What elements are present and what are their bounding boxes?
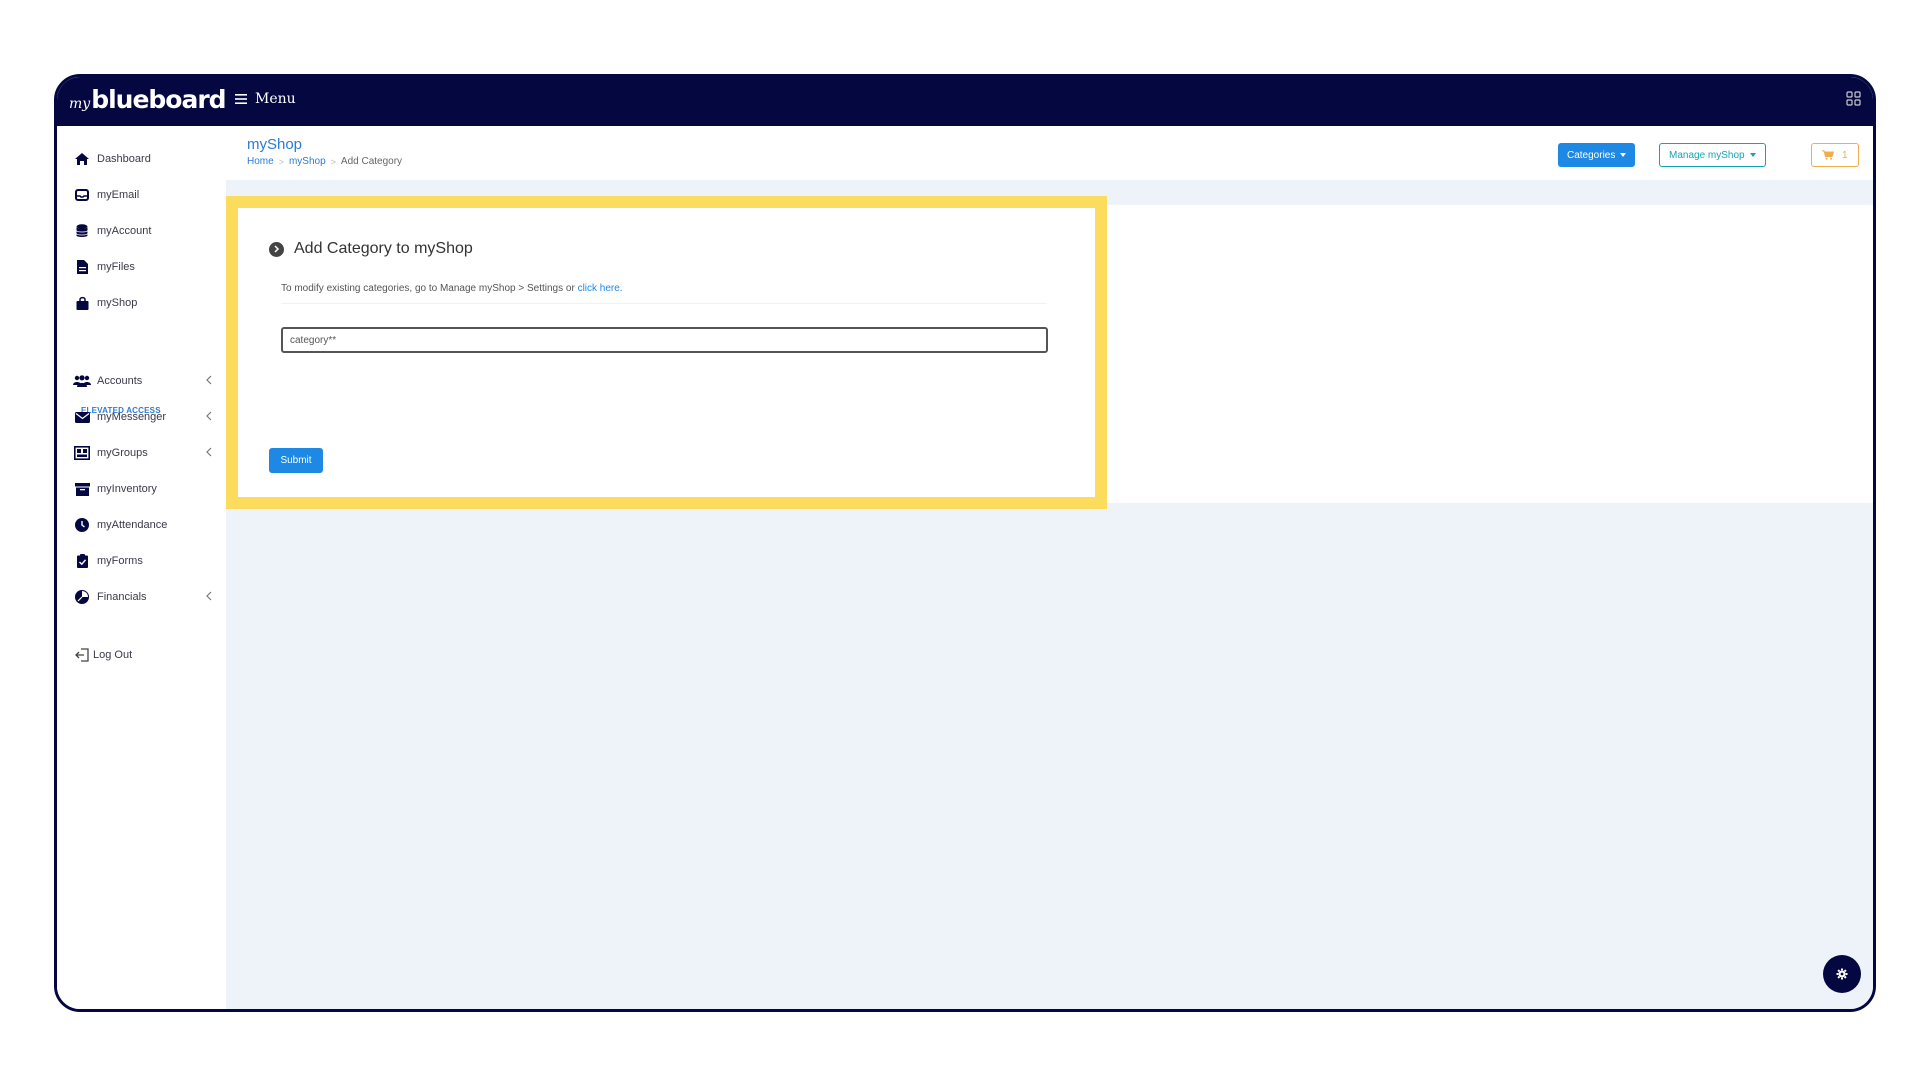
sidebar-item-myinventory[interactable]: myInventory — [73, 478, 213, 500]
apps-grid-icon[interactable] — [1846, 91, 1861, 106]
app-window: my blueboard Menu Dashboard myEmail myAc… — [54, 74, 1876, 1012]
chevron-left-icon — [206, 447, 212, 457]
sidebar-item-label: myAttendance — [97, 519, 168, 531]
card-title-text: Add Category to myShop — [294, 240, 473, 257]
menu-button[interactable]: Menu — [235, 91, 296, 107]
sidebar-item-label: myFiles — [97, 261, 135, 273]
categories-label: Categories — [1567, 149, 1616, 161]
card-description-text: To modify existing categories, go to Man… — [281, 283, 578, 294]
settings-fab-button[interactable] — [1823, 955, 1861, 993]
card-description: To modify existing categories, go to Man… — [281, 283, 623, 294]
hamburger-icon — [235, 94, 247, 104]
chevron-left-icon — [206, 411, 212, 421]
logout-icon — [73, 647, 91, 663]
file-icon — [73, 259, 91, 275]
cart-button[interactable]: 1 — [1811, 143, 1859, 167]
sidebar-item-label: myInventory — [97, 483, 157, 495]
category-input[interactable] — [281, 327, 1048, 353]
divider — [281, 303, 1047, 304]
main-content: myShop Home > myShop > Add Category Cate… — [226, 126, 1873, 1009]
shopping-bag-icon — [73, 295, 91, 311]
chart-icon — [73, 589, 91, 605]
cart-count: 1 — [1842, 149, 1848, 161]
top-bar: my blueboard Menu — [57, 77, 1873, 126]
page-header: myShop Home > myShop > Add Category Cate… — [226, 126, 1873, 180]
manage-myshop-dropdown-button[interactable]: Manage myShop — [1659, 143, 1766, 167]
sidebar-item-myattendance[interactable]: myAttendance — [73, 514, 213, 536]
sidebar-item-dashboard[interactable]: Dashboard — [73, 148, 213, 170]
logo-main: blueboard — [91, 85, 226, 114]
clock-icon — [73, 517, 91, 533]
breadcrumb-home[interactable]: Home — [247, 156, 274, 167]
chevron-circle-right-icon — [269, 241, 284, 257]
sidebar: Dashboard myEmail myAccount myFiles mySh… — [57, 126, 226, 1009]
sidebar-item-myforms[interactable]: myForms — [73, 550, 213, 572]
sidebar-item-myaccount[interactable]: myAccount — [73, 220, 213, 242]
logout-label: Log Out — [93, 649, 133, 661]
clipboard-check-icon — [73, 553, 91, 569]
logo-prefix: my — [69, 96, 91, 112]
database-icon — [73, 223, 91, 239]
chevron-left-icon — [206, 375, 212, 385]
sidebar-item-financials[interactable]: Financials — [73, 586, 213, 608]
sidebar-item-label: Accounts — [97, 375, 143, 387]
sidebar-item-myfiles[interactable]: myFiles — [73, 256, 213, 278]
envelope-icon — [73, 409, 91, 425]
submit-button[interactable]: Submit — [269, 448, 323, 473]
sidebar-item-label: myShop — [97, 297, 138, 309]
card-title: Add Category to myShop — [269, 240, 473, 258]
inbox-icon — [73, 187, 91, 203]
home-icon — [73, 151, 91, 167]
logo[interactable]: my blueboard — [69, 85, 227, 114]
page-title: myShop — [247, 136, 303, 153]
sidebar-item-label: Financials — [97, 591, 147, 603]
click-here-link[interactable]: click here. — [578, 283, 623, 294]
sidebar-item-myshop[interactable]: myShop — [73, 292, 213, 314]
caret-down-icon — [1749, 153, 1756, 157]
sidebar-item-mygroups[interactable]: myGroups — [73, 442, 213, 464]
archive-icon — [73, 481, 91, 497]
sidebar-item-label: myEmail — [97, 189, 140, 201]
sidebar-item-label: myMessenger — [97, 411, 167, 423]
breadcrumb-separator: > — [278, 156, 284, 167]
gear-icon — [1836, 968, 1848, 980]
breadcrumb: Home > myShop > Add Category — [247, 156, 402, 167]
sidebar-item-label: myAccount — [97, 225, 152, 237]
users-icon — [73, 373, 91, 389]
breadcrumb-separator: > — [330, 156, 336, 167]
sidebar-item-myemail[interactable]: myEmail — [73, 184, 213, 206]
add-category-card: Add Category to myShop To modify existin… — [226, 196, 1107, 509]
manage-myshop-label: Manage myShop — [1669, 149, 1745, 161]
breadcrumb-myshop[interactable]: myShop — [289, 156, 326, 167]
shopping-cart-icon — [1822, 150, 1834, 160]
categories-dropdown-button[interactable]: Categories — [1558, 143, 1636, 167]
breadcrumb-current: Add Category — [340, 156, 403, 167]
sidebar-item-accounts[interactable]: Accounts — [73, 370, 213, 392]
sidebar-item-label: Dashboard — [97, 153, 151, 165]
sidebar-item-mymessenger[interactable]: myMessenger — [73, 406, 213, 428]
menu-label: Menu — [255, 91, 296, 107]
chevron-left-icon — [206, 591, 212, 601]
group-icon — [73, 445, 91, 461]
sidebar-item-label: myForms — [97, 555, 143, 567]
logout-button[interactable]: Log Out — [73, 644, 213, 666]
caret-down-icon — [1620, 153, 1627, 157]
sidebar-item-label: myGroups — [97, 447, 148, 459]
